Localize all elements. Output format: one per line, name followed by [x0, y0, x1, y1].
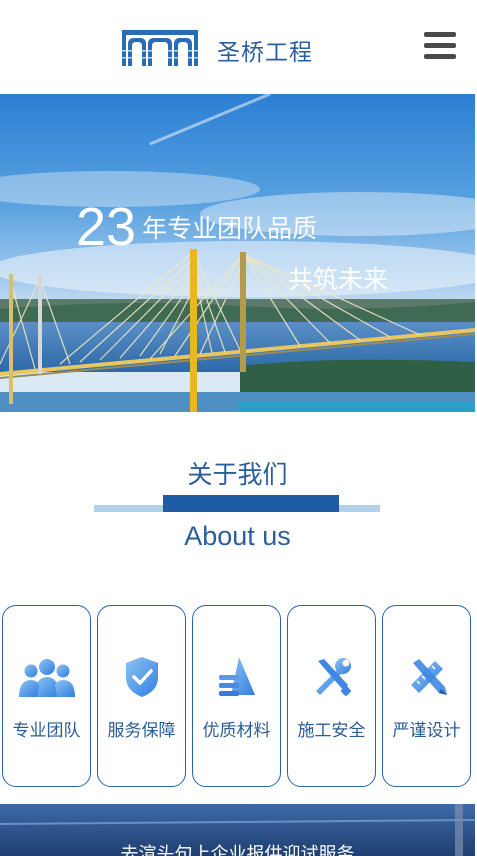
title-divider-accent [163, 495, 339, 512]
banner-line1: 年专业团队品质 [142, 214, 318, 243]
feature-label: 严谨设计 [392, 721, 461, 741]
feature-cards: 专业团队 服务保障 优质材料 施工安全 严谨设计 [2, 605, 474, 789]
banner-line2: 共筑未来 [288, 265, 389, 294]
feature-label: 专业团队 [12, 721, 81, 741]
hamburger-menu-icon[interactable] [424, 32, 458, 62]
shield-check-icon [125, 657, 158, 697]
feature-card-materials[interactable]: 优质材料 [192, 605, 281, 787]
tools-icon [315, 658, 351, 696]
feature-card-design[interactable]: 严谨设计 [382, 605, 471, 787]
contact-banner: 去渲头句上企业报供迎试服务 [0, 804, 475, 856]
team-icon [18, 659, 75, 697]
pencil-ruler-icon [410, 659, 447, 695]
feature-card-team[interactable]: 专业团队 [2, 605, 91, 787]
feature-card-safety[interactable]: 施工安全 [287, 605, 376, 787]
banner-headline: 23 年专业团队品质 [76, 196, 317, 258]
about-title: 关于我们 [187, 460, 288, 489]
site-header: 圣桥工程 [0, 0, 475, 94]
feature-label: 优质材料 [202, 721, 271, 741]
brand-name[interactable]: 圣桥工程 [217, 33, 313, 67]
years-number: 23 [76, 197, 137, 257]
contact-banner-text: 去渲头句上企业报供迎试服务 [120, 844, 355, 856]
feature-label: 施工安全 [297, 721, 366, 741]
materials-icon [218, 657, 255, 696]
about-subtitle: About us [184, 521, 291, 551]
hero-banner: 23 年专业团队品质 共筑未来 [0, 94, 475, 412]
bridge-arches-logo[interactable] [122, 30, 198, 66]
feature-label: 服务保障 [107, 721, 176, 741]
feature-card-service[interactable]: 服务保障 [97, 605, 186, 787]
